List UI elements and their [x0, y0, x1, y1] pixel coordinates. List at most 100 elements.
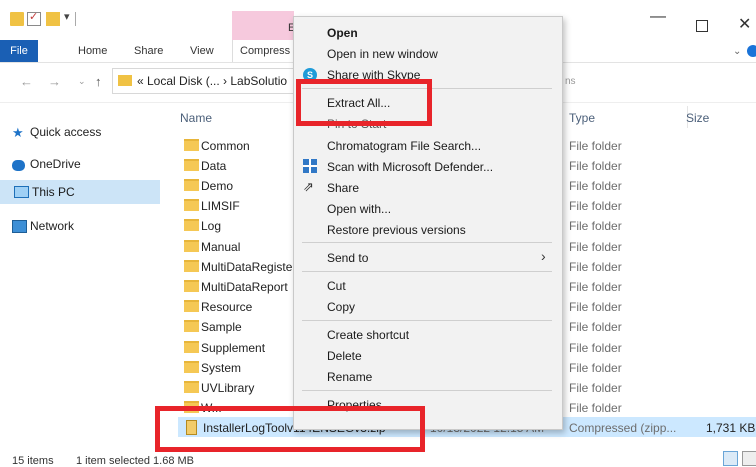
file-type: File folder: [569, 280, 622, 294]
recent-locations-icon[interactable]: ⌄: [78, 76, 86, 87]
defender-icon: [303, 159, 317, 173]
menu-item-send-to[interactable]: Send to: [327, 251, 368, 265]
folder-icon: [184, 219, 199, 231]
new-folder-icon[interactable]: [46, 12, 60, 26]
folder-icon: [184, 341, 199, 353]
file-name: Sample: [201, 320, 242, 334]
selection-info: 1 item selected 1.68 MB: [76, 455, 195, 467]
folder-icon: [10, 12, 24, 26]
file-type: File folder: [569, 401, 622, 415]
nav-item-label: Network: [30, 219, 75, 233]
minimize-icon[interactable]: —: [650, 8, 666, 26]
file-name: Resource: [201, 300, 253, 314]
folder-icon: [184, 240, 199, 252]
menu-item-open[interactable]: Open: [327, 26, 358, 40]
item-count: 15 items: [12, 455, 54, 467]
extract-contextual-tab[interactable]: [232, 11, 294, 40]
share-icon: ⇗: [303, 179, 314, 194]
folder-icon: [184, 320, 199, 332]
file-name: Demo: [201, 179, 234, 193]
file-type: File folder: [569, 240, 622, 254]
menu-item-chromatogram-search[interactable]: Chromatogram File Search...: [327, 139, 481, 153]
file-name: Data: [201, 159, 227, 173]
tab-share[interactable]: Share: [134, 45, 163, 57]
file-name: UVLibrary: [201, 381, 255, 395]
file-name: LIMSIF: [201, 199, 240, 213]
file-name: Manual: [201, 240, 241, 254]
folder-icon: [184, 381, 199, 393]
menu-item-restore-versions[interactable]: Restore previous versions: [327, 223, 466, 237]
file-type: Compressed (zipp...: [569, 421, 677, 435]
star-icon: ★: [12, 125, 24, 140]
tab-view[interactable]: View: [190, 45, 214, 57]
large-icons-view-icon[interactable]: [742, 451, 756, 466]
menu-item-scan-defender[interactable]: Scan with Microsoft Defender...: [327, 160, 493, 174]
address-path-overflow: ns: [565, 76, 576, 87]
folder-icon: [184, 280, 199, 292]
file-type: File folder: [569, 179, 622, 193]
close-icon[interactable]: ✕: [738, 14, 751, 34]
folder-icon: [184, 260, 199, 272]
folder-icon: [184, 199, 199, 211]
menu-item-cut[interactable]: Cut: [327, 279, 346, 293]
file-name: MultiDataReport: [201, 280, 288, 294]
file-type: File folder: [569, 219, 622, 233]
menu-separator: [302, 320, 552, 321]
menu-item-open-new-window[interactable]: Open in new window: [327, 47, 438, 61]
file-type: File folder: [569, 341, 622, 355]
ribbon-expand-icon[interactable]: ⌄: [733, 46, 741, 57]
details-view-icon[interactable]: [723, 451, 738, 466]
quick-access-dropdown-icon[interactable]: ▾: [64, 10, 70, 23]
file-type: File folder: [569, 361, 622, 375]
file-name: Common: [201, 139, 250, 153]
file-type: File folder: [569, 159, 622, 173]
properties-checkbox-icon[interactable]: [27, 10, 41, 26]
folder-icon: [184, 179, 199, 191]
folder-icon: [184, 361, 199, 373]
menu-item-rename[interactable]: Rename: [327, 370, 372, 384]
address-path[interactable]: « Local Disk (... › LabSolutio: [137, 74, 287, 88]
column-header-type[interactable]: Type: [569, 111, 595, 125]
tab-compress[interactable]: Compress: [232, 40, 299, 62]
folder-icon: [118, 75, 132, 86]
menu-item-copy[interactable]: Copy: [327, 300, 355, 314]
file-size: 1,731 KB: [706, 421, 756, 435]
folder-icon: [184, 159, 199, 171]
file-type: File folder: [569, 300, 622, 314]
file-name: Log: [201, 219, 222, 233]
tab-file[interactable]: File: [0, 40, 38, 62]
file-name: Supplement: [201, 341, 266, 355]
menu-separator: [302, 390, 552, 391]
computer-icon: [14, 186, 29, 198]
menu-separator: [302, 271, 552, 272]
cloud-icon: [12, 160, 25, 171]
menu-separator: [302, 242, 552, 243]
back-arrow-icon[interactable]: ←: [20, 74, 33, 89]
column-header-size[interactable]: Size: [686, 111, 709, 125]
up-arrow-icon[interactable]: ↑: [95, 74, 102, 89]
file-type: File folder: [569, 320, 622, 334]
folder-icon: [184, 300, 199, 312]
menu-item-share[interactable]: Share: [327, 181, 359, 195]
nav-item-label: This PC: [32, 185, 75, 199]
nav-item-label: OneDrive: [30, 157, 81, 171]
submenu-arrow-icon: ›: [541, 248, 546, 264]
highlight-box-extract-all: [296, 79, 432, 126]
file-type: File folder: [569, 381, 622, 395]
help-icon[interactable]: [747, 45, 756, 57]
folder-icon: [184, 139, 199, 151]
forward-arrow-icon[interactable]: →: [48, 74, 61, 89]
menu-item-delete[interactable]: Delete: [327, 349, 362, 363]
nav-item-label: Quick access: [30, 125, 102, 139]
title-separator: [75, 12, 76, 26]
file-type: File folder: [569, 199, 622, 213]
file-type: File folder: [569, 260, 622, 274]
column-header-name[interactable]: Name: [180, 111, 212, 125]
maximize-icon[interactable]: [696, 20, 708, 32]
tab-home[interactable]: Home: [78, 45, 107, 57]
menu-item-create-shortcut[interactable]: Create shortcut: [327, 328, 409, 342]
highlight-box-zip-file: [155, 406, 425, 452]
network-icon: [12, 220, 27, 233]
menu-item-open-with[interactable]: Open with...: [327, 202, 391, 216]
file-name: System: [201, 361, 242, 375]
